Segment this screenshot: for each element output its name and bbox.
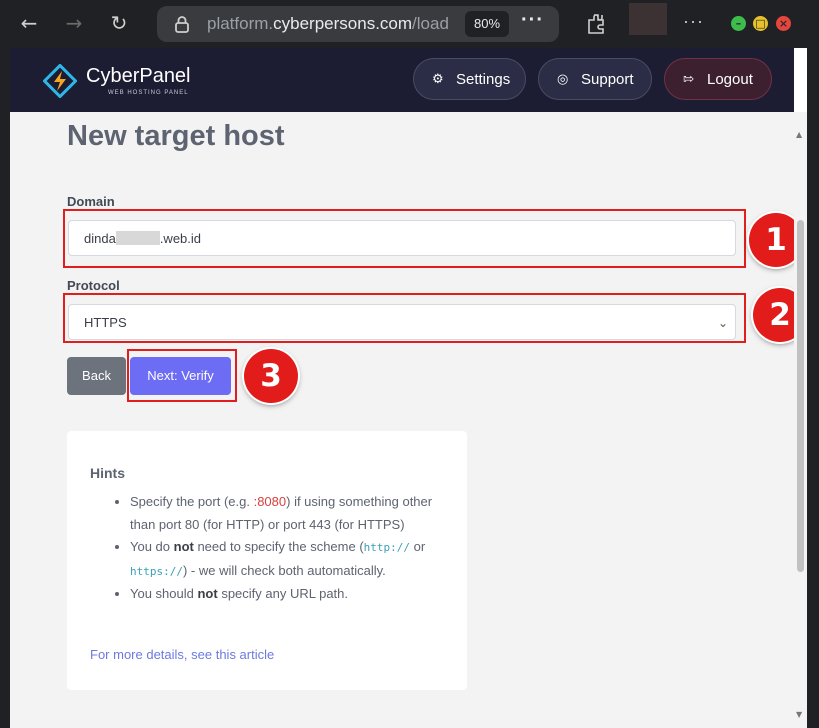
details-link[interactable]: For more details, see this article bbox=[90, 647, 274, 662]
hint-item-port: Specify the port (e.g. :8080) if using s… bbox=[130, 491, 445, 536]
settings-label: Settings bbox=[456, 71, 511, 88]
logo-subtext: WEB HOSTING PANEL bbox=[108, 90, 189, 96]
support-label: Support bbox=[581, 71, 634, 88]
annotation-badge-3: 3 bbox=[244, 349, 298, 403]
settings-button[interactable]: ⚙ Settings bbox=[413, 58, 526, 100]
logout-label: Logout bbox=[707, 71, 753, 88]
logout-button[interactable]: ⇰ Logout bbox=[664, 58, 772, 100]
hints-title: Hints bbox=[90, 465, 125, 481]
maximize-icon: □ bbox=[755, 17, 766, 30]
close-button[interactable]: × bbox=[776, 16, 791, 31]
scroll-down-icon[interactable]: ▼ bbox=[796, 710, 802, 719]
close-icon: × bbox=[778, 17, 789, 30]
minimize-button[interactable]: – bbox=[731, 16, 746, 31]
lock-icon[interactable] bbox=[173, 15, 191, 33]
logo-text: CyberPanel bbox=[86, 65, 191, 87]
profile-avatar[interactable] bbox=[629, 3, 667, 35]
back-button[interactable]: Back bbox=[67, 357, 126, 395]
scroll-up-icon[interactable]: ▲ bbox=[796, 130, 802, 139]
annotation-box-1 bbox=[63, 209, 746, 268]
page-title: New target host bbox=[67, 120, 285, 152]
lifebuoy-icon: ◎ bbox=[557, 72, 569, 87]
reload-icon[interactable]: ↻ bbox=[107, 11, 131, 35]
support-button[interactable]: ◎ Support bbox=[538, 58, 652, 100]
page-actions-icon[interactable]: ··· bbox=[521, 9, 544, 32]
hints-list: Specify the port (e.g. :8080) if using s… bbox=[90, 491, 445, 606]
top-navbar: CyberPanel WEB HOSTING PANEL ⚙ Settings … bbox=[10, 48, 794, 112]
zoom-indicator[interactable]: 80% bbox=[465, 11, 509, 37]
maximize-button[interactable]: □ bbox=[753, 16, 768, 31]
hints-card: Hints Specify the port (e.g. :8080) if u… bbox=[67, 431, 467, 690]
webpage: CyberPanel WEB HOSTING PANEL ⚙ Settings … bbox=[10, 48, 807, 728]
hint-item-path: You should not specify any URL path. bbox=[130, 583, 445, 606]
annotation-box-2 bbox=[63, 293, 746, 343]
protocol-label: Protocol bbox=[67, 278, 120, 293]
back-arrow-icon[interactable]: ← bbox=[17, 11, 41, 35]
logout-icon: ⇰ bbox=[683, 72, 694, 87]
extensions-icon[interactable] bbox=[585, 12, 609, 36]
cyberpanel-logo-icon bbox=[43, 64, 77, 98]
domain-label: Domain bbox=[67, 194, 115, 209]
address-bar[interactable]: platform.cyberpersons.com/load 80% ··· bbox=[157, 6, 559, 42]
scrollbar-thumb[interactable] bbox=[797, 220, 804, 572]
url-text[interactable]: platform.cyberpersons.com/load bbox=[207, 14, 452, 34]
hint-item-scheme: You do not need to specify the scheme (h… bbox=[130, 536, 445, 583]
minimize-icon: – bbox=[735, 17, 742, 30]
annotation-box-3 bbox=[127, 349, 237, 402]
main-content: New target host Domain dinda .web.id Prot… bbox=[10, 112, 807, 728]
more-menu-icon[interactable]: ··· bbox=[683, 11, 704, 32]
browser-toolbar: ← → ↻ platform.cyberpersons.com/load 80%… bbox=[0, 0, 819, 48]
user-gear-icon: ⚙ bbox=[432, 72, 444, 87]
forward-arrow-icon[interactable]: → bbox=[62, 11, 86, 35]
page-scrollbar[interactable]: ▲ ▼ bbox=[794, 112, 807, 728]
